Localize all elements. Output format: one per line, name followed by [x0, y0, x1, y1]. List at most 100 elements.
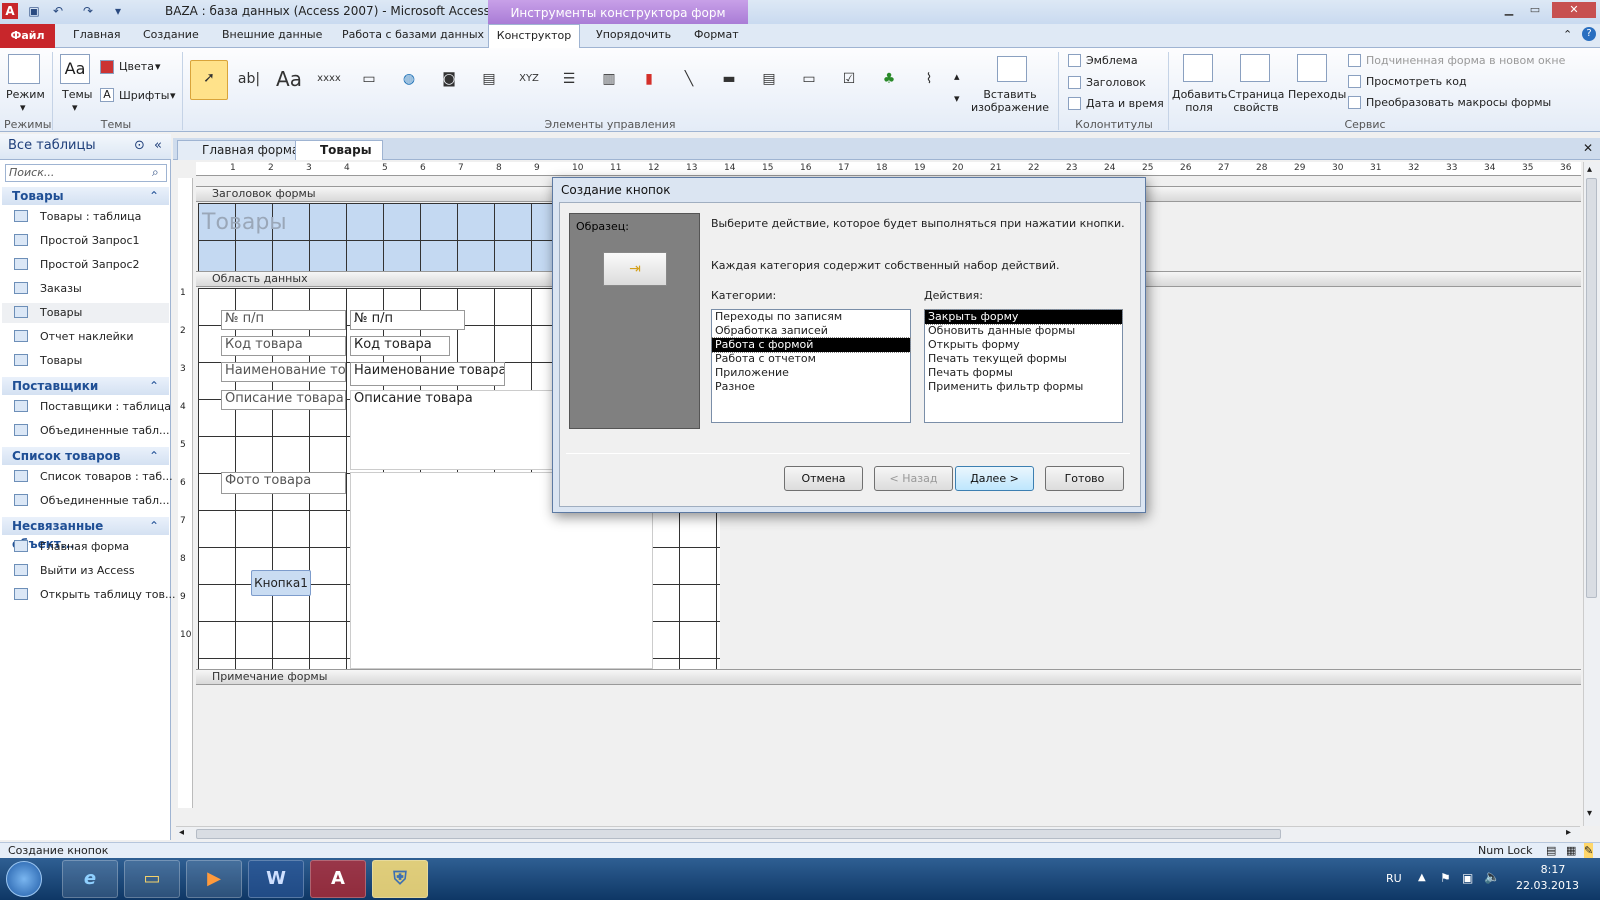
category-option[interactable]: Работа с отчетом	[712, 352, 910, 366]
nav-search-input[interactable]: Поиск...	[5, 164, 167, 182]
close-document-icon[interactable]: ✕	[1583, 141, 1593, 155]
start-button[interactable]	[6, 861, 42, 897]
label-number[interactable]: № п/п	[221, 310, 346, 330]
label-control-icon[interactable]: Aa	[272, 62, 306, 96]
collapse-group-icon[interactable]: ⌃	[149, 187, 159, 205]
collapse-group-icon[interactable]: ⌃	[149, 517, 159, 535]
more-controls-icon[interactable]: ▾	[954, 92, 960, 105]
nav-item[interactable]: Заказы	[14, 279, 82, 299]
category-option[interactable]: Переходы по записям	[712, 310, 910, 324]
tab-format[interactable]: Формат	[694, 28, 739, 41]
fonts-button[interactable]: Шрифты	[119, 89, 169, 102]
nav-pane-header[interactable]: Все таблицы ⊙ «	[0, 134, 171, 160]
nav-item[interactable]: Простой Запрос2	[14, 255, 140, 275]
toggle-button-icon[interactable]: ▬	[712, 62, 746, 96]
label-code[interactable]: Код товара	[221, 336, 346, 356]
field-name[interactable]: Наименование товара	[350, 362, 505, 386]
minimize-button[interactable]: ▁	[1498, 2, 1520, 18]
add-fields-button[interactable]: Добавить поля	[1172, 88, 1227, 114]
explorer-folder-icon[interactable]: ▭	[124, 860, 180, 898]
combo-box-icon[interactable]: ▥	[592, 62, 626, 96]
nav-item[interactable]: Список товаров : таб...	[14, 467, 173, 487]
attachment-control-icon[interactable]: ⌇	[912, 62, 946, 96]
nav-group-header[interactable]: Товары ⌃	[2, 187, 169, 205]
language-indicator[interactable]: RU	[1386, 872, 1402, 885]
nav-item[interactable]: Простой Запрос1	[14, 231, 140, 251]
nav-item[interactable]: Выйти из Access	[14, 561, 135, 581]
action-center-flag-icon[interactable]: ⚑	[1440, 871, 1451, 885]
media-player-icon[interactable]: ▶	[186, 860, 242, 898]
action-option[interactable]: Применить фильтр формы	[925, 380, 1122, 394]
search-icon[interactable]: ⌕	[152, 165, 159, 180]
tab-home[interactable]: Главная	[73, 28, 121, 41]
nav-item[interactable]: Открыть таблицу тов...	[14, 585, 175, 605]
category-option[interactable]: Работа с формой	[711, 337, 911, 353]
scroll-up-icon[interactable]: ▴	[954, 70, 960, 83]
colors-button[interactable]: Цвета	[119, 60, 154, 73]
nav-group-header[interactable]: Поставщики ⌃	[2, 377, 169, 395]
label-name[interactable]: Наименование това	[221, 362, 346, 382]
category-option[interactable]: Разное	[712, 380, 910, 394]
checkbox-control-icon[interactable]: ☑	[832, 62, 866, 96]
collapse-group-icon[interactable]: ⌃	[149, 447, 159, 465]
insert-image-button[interactable]: Вставить изображение	[970, 88, 1050, 114]
clock-time[interactable]: 8:17	[1528, 863, 1578, 876]
show-hidden-icons-icon[interactable]: ▲	[1418, 872, 1426, 883]
action-option[interactable]: Открыть форму	[925, 338, 1122, 352]
scroll-down-icon[interactable]: ▾	[1587, 808, 1592, 819]
next-button[interactable]: Далее >	[955, 466, 1034, 491]
doc-tab-tovary[interactable]: Товары	[295, 140, 383, 160]
back-button[interactable]: < Назад	[874, 466, 953, 491]
option-group-icon[interactable]: XYZ	[512, 62, 546, 96]
button-control-icon[interactable]: xxxx	[312, 62, 346, 96]
image-control-icon[interactable]: ♣	[872, 62, 906, 96]
label-photo[interactable]: Фото товара	[221, 472, 346, 494]
label-description[interactable]: Описание товара	[221, 390, 346, 410]
nav-item[interactable]: Отчет наклейки	[14, 327, 134, 347]
field-number[interactable]: № п/п	[350, 310, 465, 330]
redo-icon[interactable]: ↷	[80, 3, 96, 19]
view-code-button[interactable]: Просмотреть код	[1366, 75, 1467, 88]
access-app-icon[interactable]: A	[2, 3, 18, 19]
network-icon[interactable]: ▣	[1462, 871, 1473, 885]
vertical-scrollbar[interactable]: ▴ ▾	[1583, 162, 1600, 826]
category-option[interactable]: Приложение	[712, 366, 910, 380]
rectangle-control-icon[interactable]: ▭	[792, 62, 826, 96]
convert-macros-button[interactable]: Преобразовать макросы формы	[1366, 96, 1551, 109]
list-box-icon[interactable]: ▤	[752, 62, 786, 96]
word-icon[interactable]: W	[248, 860, 304, 898]
tab-design[interactable]: Конструктор	[488, 24, 580, 49]
title-button[interactable]: Заголовок	[1086, 76, 1146, 89]
action-option[interactable]: Обновить данные формы	[925, 324, 1122, 338]
date-time-button[interactable]: Дата и время	[1086, 97, 1164, 110]
help-icon[interactable]: ?	[1582, 27, 1596, 41]
tab-arrange[interactable]: Упорядочить	[596, 28, 671, 41]
categories-listbox[interactable]: Переходы по записям Обработка записей Рабо…	[711, 309, 911, 423]
page-break-icon[interactable]: ☰	[552, 62, 586, 96]
close-window-button[interactable]: ✕	[1552, 2, 1596, 18]
tab-control-icon[interactable]: ▭	[352, 62, 386, 96]
web-browser-control-icon[interactable]: ◙	[432, 62, 466, 96]
actions-listbox[interactable]: Закрыть форму Обновить данные формы Открыт…	[924, 309, 1123, 423]
scroll-thumb[interactable]	[196, 829, 1281, 839]
nav-item[interactable]: Товары	[2, 303, 169, 323]
finish-button[interactable]: Готово	[1045, 466, 1124, 491]
chart-control-icon[interactable]: ▮	[632, 62, 666, 96]
access-taskbar-icon[interactable]: A	[310, 860, 366, 898]
line-control-icon[interactable]: ╲	[672, 62, 706, 96]
tab-order-icon[interactable]	[1297, 54, 1327, 82]
security-shield-icon[interactable]: ⛨	[372, 860, 428, 898]
subform-new-window-button[interactable]: Подчиненная форма в новом окне	[1366, 54, 1565, 67]
nav-item[interactable]: Товары	[14, 351, 82, 371]
nav-item[interactable]: Главная форма	[14, 537, 129, 557]
view-mode-icon[interactable]	[8, 54, 40, 84]
horizontal-scrollbar[interactable]: ◂ ▸	[176, 826, 1580, 841]
maximize-button[interactable]: ▭	[1524, 2, 1546, 18]
tab-create[interactable]: Создание	[143, 28, 199, 41]
ribbon-collapse-icon[interactable]: ⌃	[1563, 28, 1572, 41]
view-mode-button[interactable]: Режим	[6, 88, 45, 101]
command-button-1[interactable]: Кнопка1	[251, 570, 311, 596]
scroll-right-icon[interactable]: ▸	[1566, 827, 1571, 838]
nav-dropdown-icon[interactable]: ⊙	[134, 134, 145, 158]
doc-tab-main-form[interactable]: Главная форма	[177, 140, 311, 160]
